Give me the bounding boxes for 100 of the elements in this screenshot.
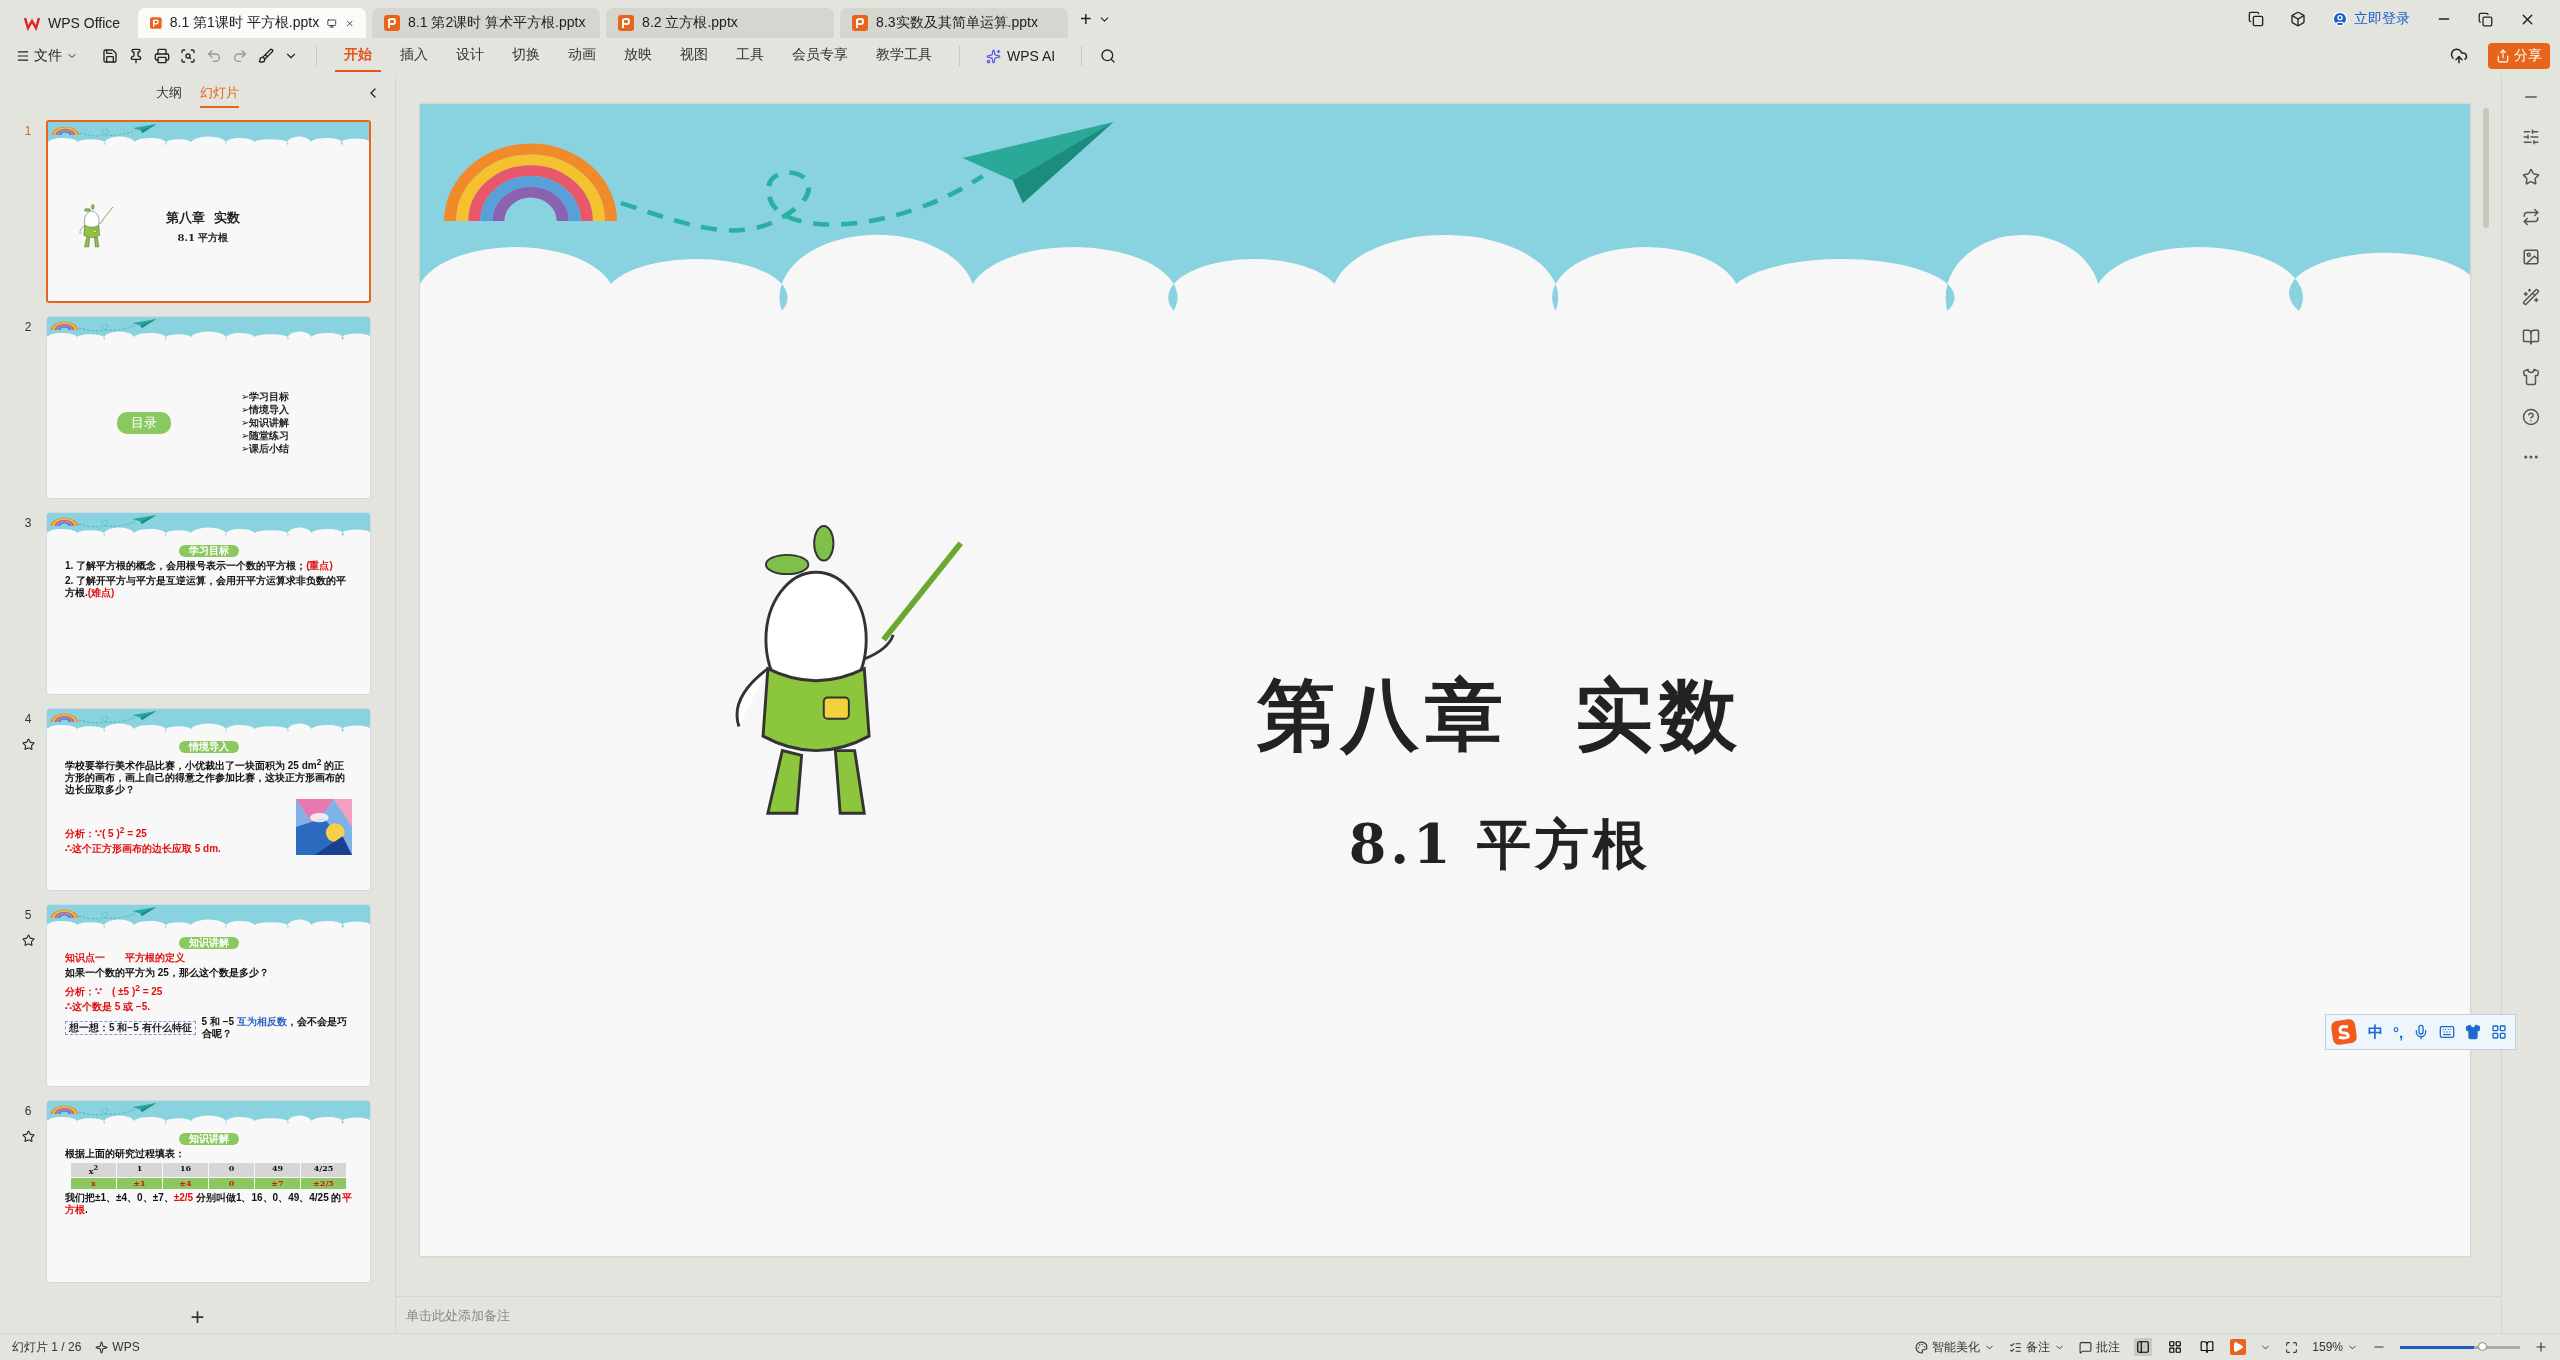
app-logo-icon [24,15,40,31]
swap-icon[interactable] [2522,208,2540,226]
zoom-level[interactable]: 159% [2312,1340,2358,1354]
beautify-button[interactable]: 智能美化 [1915,1338,1996,1356]
zoom-in-icon[interactable] [2534,1340,2548,1354]
notes-button[interactable]: 备注 [2009,1338,2066,1356]
print-preview-icon[interactable] [180,48,196,64]
ribbon-tab[interactable]: 切换 [503,40,549,72]
slide-text-line: 如果一个数的平方为 25，那么这个数是多少？ [65,967,270,979]
star-icon[interactable] [21,934,35,947]
document-tab[interactable]: 8.1 第2课时 算术平方根.pptx [372,8,601,38]
slide-number: 1 [24,124,32,138]
presentation-icon [852,15,869,31]
image-icon[interactable] [2522,248,2540,266]
slide-text-line: 1. 了解平方根的概念，会用根号表示一个数的平方根；(重点) [65,560,334,572]
ribbon-tab[interactable]: 设计 [447,40,493,72]
document-tab[interactable]: 8.3实数及其简单运算.pptx [840,8,1069,38]
ribbon-tab[interactable]: 放映 [615,40,661,72]
ime-option[interactable]: 中 [2368,1022,2383,1042]
ribbon-tab[interactable]: 会员专享 [783,40,857,72]
save-icon[interactable] [102,48,118,64]
format-painter-icon[interactable] [258,48,274,64]
slide-number: 3 [24,516,32,530]
grid-icon [2168,1340,2183,1354]
panel-tab[interactable]: 大纲 [156,80,182,108]
ribbon-tab[interactable]: 工具 [727,40,773,72]
slide-thumbnail[interactable]: 学习目标 1. 了解平方根的概念，会用根号表示一个数的平方根；(重点) 2. 了解开平方与平方是互逆运算，会用开平方运算求非负数的平方根.(难点) [46,512,371,695]
print-icon[interactable] [154,48,170,64]
help-icon[interactable] [2522,408,2540,426]
toc-item: ➢学习目标 [241,390,290,403]
sparkle-icon [986,48,1001,64]
share-icon [2496,49,2510,63]
zoom-slider[interactable] [2400,1345,2520,1349]
table-cell: ±1 [117,1177,162,1189]
star-icon[interactable] [2522,168,2540,186]
toc-badge: 目录 [117,411,171,434]
windows-icon[interactable] [2248,11,2264,27]
sliders-icon[interactable] [2522,128,2540,146]
play-button[interactable] [2230,1339,2247,1355]
ribbon-tab[interactable]: 视图 [671,40,717,72]
new-tab-button[interactable]: + [1080,7,1092,31]
presentation-icon [150,15,162,31]
user-icon [2332,11,2348,27]
shirt-icon[interactable] [2522,368,2540,386]
document-tab[interactable]: WPS Office [12,8,133,38]
book-icon [2200,1340,2215,1354]
restore-icon[interactable] [2478,11,2493,27]
cloud-upload-icon[interactable] [2450,47,2468,65]
slider-thumb[interactable] [2478,1341,2488,1351]
slide-subtitle: 8.1 平方根 [177,230,229,245]
comments-button[interactable]: 批注 [2079,1338,2121,1356]
cube-icon[interactable] [2290,11,2306,27]
fit-icon[interactable] [2285,1340,2299,1354]
keyboard-icon[interactable] [2439,1024,2456,1040]
section-badge: 知识讲解 [178,1133,239,1145]
add-slide-button[interactable]: + [182,1303,213,1331]
table-cell: x [71,1177,116,1189]
login-link[interactable]: 立即登录 [2332,10,2410,28]
pin-icon[interactable] [128,48,144,64]
ribbon-tab[interactable]: 插入 [391,40,437,72]
table-cell: 1 [117,1163,162,1177]
document-tab[interactable]: 8.1 第1课时 平方根.pptx [138,8,367,38]
mascot-drawing [76,203,116,250]
zoom-slider-fill[interactable] [2400,1345,2475,1349]
ribbon-tab[interactable]: 教学工具 [867,40,941,72]
slide-thumbnail[interactable]: 第八章 实数 8.1 平方根 [46,120,371,303]
play-icon [2232,1341,2245,1353]
table-cell: 0 [209,1163,254,1177]
grid-icon[interactable] [2491,1024,2508,1040]
presentation-icon [384,15,401,31]
table-cell: ±2/5 [301,1177,346,1189]
slide-text-line: ∴这个数是 5 或 −5. [65,1001,152,1014]
slide-thumbnail[interactable]: 知识讲解 知识点一 平方根的定义 如果一个数的平方为 25，那么这个数是多少？ 分析：∵ ( ±5 )$^{2}$ = 25 ∴这个数是 5 或 −5. 想一想：5 和−5 有什么特征 5 和 −5 互为相反数，会不会是巧合呢？ [46,904,371,1087]
table-cell: ±4 [163,1177,208,1189]
list-icon [2009,1340,2023,1354]
search-icon[interactable] [1100,48,1117,64]
ime-option[interactable]: °, [2393,1023,2404,1041]
panel-icon [2136,1340,2151,1354]
wand-icon[interactable] [2522,288,2540,306]
star-icon[interactable] [21,1130,35,1143]
slide-text-line: ∴这个正方形画布的边长应取 5 dm. [65,843,222,856]
monitor-icon[interactable] [327,16,337,30]
shirt-icon[interactable] [2465,1024,2482,1040]
ime-logo-icon[interactable] [2330,1018,2358,1046]
menu-icon [16,49,30,63]
ribbon-tab[interactable]: 动画 [559,40,605,72]
toc-item: ➢随堂练习 [241,429,290,442]
ai-button[interactable]: WPS AI [978,44,1064,68]
table-cell: x$^{2}$ [71,1163,116,1177]
slide-thumbnail[interactable]: 情境导入 学校要举行美术作品比赛，小优裁出了一块面积为 25 dm$^{2}$ 的正方形的画布，画上自己的得意之作参加比赛，这块正方形画布的边长应取多少？ 分析：∵( 5 )$^{2}$ = 25 ∴这个正方形画布的边长应取 5 dm. [46,708,371,891]
slide-thumbnail[interactable]: 目录 ➢学习目标 ➢情境导入 ➢知识讲解 ➢随堂练习 ➢课后小结 [46,316,371,499]
view-button[interactable] [2134,1338,2153,1356]
file-menu[interactable]: 文件 [16,47,78,65]
slide-thumbnail[interactable]: 知识讲解 根据上面的研究过程填表： x$^{2}$ 1 16 0 49 4/25 x ±1 ±4 0 ±7 ±2/5 我们把±1、±4、0、±7、±2/5 分别叫做1、16、0、49、4/25 的平方根. [46,1100,371,1283]
slide-counter: 幻灯片 1 / 26 [12,1338,82,1356]
star-icon[interactable] [21,738,35,751]
brand-button[interactable]: WPS [95,1340,140,1354]
book-icon[interactable] [2522,328,2540,346]
slide-subtitle: 8.1 平方根 [1348,811,1652,878]
document-tab[interactable]: 8.2 立方根.pptx [606,8,835,38]
